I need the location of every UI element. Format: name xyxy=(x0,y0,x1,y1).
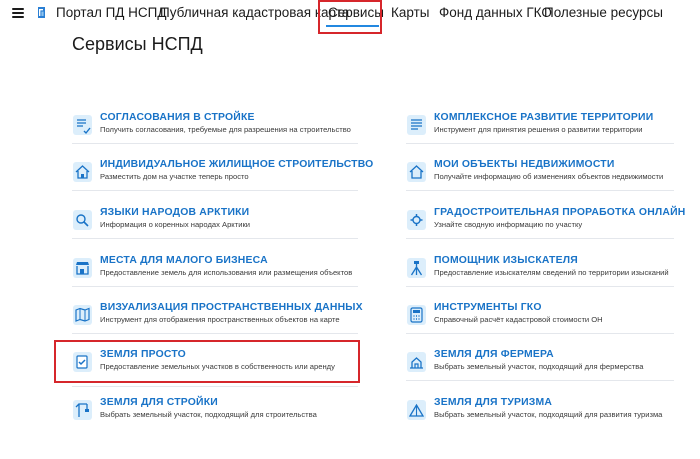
divider xyxy=(72,190,358,191)
active-tab-indicator xyxy=(326,25,379,27)
divider xyxy=(72,143,358,144)
divider xyxy=(406,238,674,239)
service-description: Инструмент для отображения пространствен… xyxy=(100,315,340,324)
divider xyxy=(406,190,674,191)
surveyor-tripod-icon xyxy=(407,258,426,278)
service-item-construction-approvals[interactable]: СОГЛАСОВАНИЯ В СТРОЙКЕ Получить согласов… xyxy=(72,111,372,151)
service-item-small-business[interactable]: МЕСТА ДЛЯ МАЛОГО БИЗНЕСА Предоставление … xyxy=(72,254,372,294)
service-item-complex-territory-development[interactable]: КОМПЛЕКСНОЕ РАЗВИТИЕ ТЕРРИТОРИИ Инструме… xyxy=(406,111,696,151)
hamburger-menu-icon[interactable] xyxy=(12,8,24,18)
divider xyxy=(72,386,358,387)
shop-icon xyxy=(73,258,92,278)
service-description: Получить согласования, требуемые для раз… xyxy=(100,125,351,134)
divider xyxy=(406,380,674,381)
service-name: ГРАДОСТРОИТЕЛЬНАЯ ПРОРАБОТКА ОНЛАЙН xyxy=(434,207,686,218)
nav-useful-resources[interactable]: Полезные ресурсы xyxy=(544,5,663,21)
service-description: Выбрать земельный участок, подходящий дл… xyxy=(434,410,663,419)
property-list-icon xyxy=(407,162,426,182)
service-name: ВИЗУАЛИЗАЦИЯ ПРОСТРАНСТВЕННЫХ ДАННЫХ xyxy=(100,302,363,313)
service-description: Предоставление изыскателям сведений по т… xyxy=(434,268,669,277)
service-name: ЗЕМЛЯ ДЛЯ ФЕРМЕРА xyxy=(434,349,554,360)
nav-gko-fund[interactable]: Фонд данных ГКО xyxy=(439,5,552,21)
page-title: Сервисы НСПД xyxy=(72,34,203,54)
service-name: ЗЕМЛЯ ПРОСТО xyxy=(100,349,186,360)
service-description: Предоставление земель для использования … xyxy=(100,268,353,277)
service-name: ЯЗЫКИ НАРОДОВ АРКТИКИ xyxy=(100,207,250,218)
service-description: Выбрать земельный участок, подходящий дл… xyxy=(100,410,317,419)
house-plan-icon xyxy=(73,162,92,182)
divider xyxy=(406,143,674,144)
service-name: ЗЕМЛЯ ДЛЯ СТРОЙКИ xyxy=(100,397,218,408)
nav-services[interactable]: Сервисы xyxy=(328,5,384,21)
service-item-surveyor-assistant[interactable]: ПОМОЩНИК ИЗЫСКАТЕЛЯ Предоставление изыск… xyxy=(406,254,696,294)
service-description: Узнайте сводную информацию по участку xyxy=(434,220,583,229)
service-description: Выбрать земельный участок, подходящий дл… xyxy=(434,362,644,371)
service-item-gko-tools[interactable]: ИНСТРУМЕНТЫ ГКО Справочный расчёт кадаст… xyxy=(406,301,696,341)
divider xyxy=(406,333,674,334)
nav-portal[interactable]: Портал ПД НСПД xyxy=(56,5,167,21)
service-name: ИНДИВИДУАЛЬНОЕ ЖИЛИЩНОЕ СТРОИТЕЛЬСТВО xyxy=(100,159,374,170)
service-description: Инструмент для принятия решения о развит… xyxy=(434,125,643,134)
service-name: МЕСТА ДЛЯ МАЛОГО БИЗНЕСА xyxy=(100,255,268,266)
service-description: Получайте информацию об изменениях объек… xyxy=(434,172,664,181)
nspd-logo-icon xyxy=(38,7,45,18)
top-navigation: Портал ПД НСПД Публичная кадастровая кар… xyxy=(0,0,700,30)
divider xyxy=(72,238,358,239)
service-description: Разместить дом на участке теперь просто xyxy=(100,172,249,181)
checked-document-icon xyxy=(73,352,92,372)
service-name: ПОМОЩНИК ИЗЫСКАТЕЛЯ xyxy=(434,255,578,266)
service-item-urban-planning-online[interactable]: ГРАДОСТРОИТЕЛЬНАЯ ПРОРАБОТКА ОНЛАЙН Узна… xyxy=(406,206,696,246)
service-name: СОГЛАСОВАНИЯ В СТРОЙКЕ xyxy=(100,112,255,123)
service-name: МОИ ОБЪЕКТЫ НЕДВИЖИМОСТИ xyxy=(434,159,615,170)
farm-document-icon xyxy=(407,352,426,372)
divider xyxy=(406,286,674,287)
search-document-icon xyxy=(73,210,92,230)
gear-document-icon xyxy=(407,210,426,230)
divider xyxy=(72,333,358,334)
calculator-document-icon xyxy=(407,305,426,325)
service-description: Информация о коренных народах Арктики xyxy=(100,220,251,229)
construction-approval-icon xyxy=(73,115,92,135)
service-name: ИНСТРУМЕНТЫ ГКО xyxy=(434,302,542,313)
service-description: Справочный расчёт кадастровой стоимости … xyxy=(434,315,603,324)
service-name: КОМПЛЕКСНОЕ РАЗВИТИЕ ТЕРРИТОРИИ xyxy=(434,112,654,123)
service-item-land-for-farmer[interactable]: ЗЕМЛЯ ДЛЯ ФЕРМЕРА Выбрать земельный учас… xyxy=(406,348,696,388)
service-item-arctic-languages[interactable]: ЯЗЫКИ НАРОДОВ АРКТИКИ Информация о корен… xyxy=(72,206,372,246)
service-item-individual-housing[interactable]: ИНДИВИДУАЛЬНОЕ ЖИЛИЩНОЕ СТРОИТЕЛЬСТВО Ра… xyxy=(72,158,374,198)
service-item-land-for-tourism[interactable]: ЗЕМЛЯ ДЛЯ ТУРИЗМА Выбрать земельный учас… xyxy=(406,396,696,436)
service-item-land-for-construction[interactable]: ЗЕМЛЯ ДЛЯ СТРОЙКИ Выбрать земельный учас… xyxy=(72,396,372,436)
service-item-spatial-visualization[interactable]: ВИЗУАЛИЗАЦИЯ ПРОСТРАНСТВЕННЫХ ДАННЫХ Инс… xyxy=(72,301,372,341)
crane-document-icon xyxy=(73,400,92,420)
territory-document-icon xyxy=(407,115,426,135)
nav-maps[interactable]: Карты xyxy=(391,5,429,21)
service-item-my-property[interactable]: МОИ ОБЪЕКТЫ НЕДВИЖИМОСТИ Получайте инфор… xyxy=(406,158,696,198)
divider xyxy=(72,286,358,287)
tourism-document-icon xyxy=(407,400,426,420)
service-name: ЗЕМЛЯ ДЛЯ ТУРИЗМА xyxy=(434,397,553,408)
service-item-zemlya-prosto[interactable]: ЗЕМЛЯ ПРОСТО Предоставление земельных уч… xyxy=(72,348,372,388)
map-document-icon xyxy=(73,305,92,325)
service-description: Предоставление земельных участков в собс… xyxy=(100,362,335,371)
nav-cadastral-map[interactable]: Публичная кадастровая карта xyxy=(160,5,349,21)
